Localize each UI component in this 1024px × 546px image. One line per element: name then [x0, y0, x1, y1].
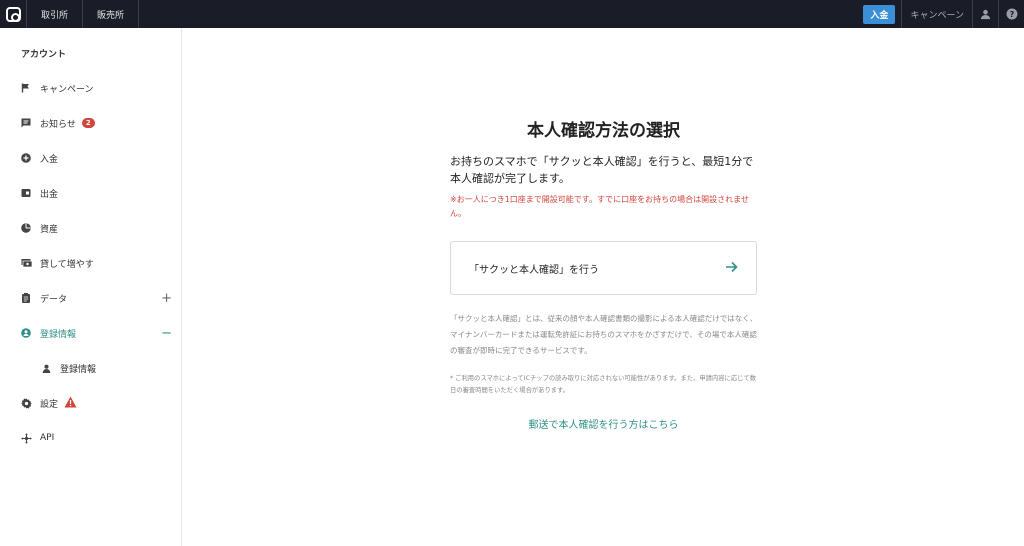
top-right-group: 入金 キャンペーン ? — [863, 0, 1024, 28]
user-menu[interactable] — [972, 0, 998, 28]
quick-verification-label: 「サクッと本人確認」を行う — [469, 264, 599, 276]
tab-sales[interactable]: 販売所 — [82, 0, 140, 28]
tab-exchange[interactable]: 取引所 — [26, 0, 82, 28]
sidebar-item-data[interactable]: データ + — [20, 288, 172, 308]
sidebar-item-label: キャンペーン — [40, 84, 94, 95]
sidebar-item-lending[interactable]: 貸して増やす — [20, 253, 172, 273]
sidebar-item-label: 出金 — [40, 189, 59, 200]
sidebar-heading: アカウント — [21, 50, 67, 60]
gear-icon — [20, 397, 32, 409]
sidebar-item-label: API — [40, 433, 55, 443]
pie-chart-icon — [20, 222, 32, 234]
sidebar-item-label: データ — [40, 294, 68, 305]
cash-icon — [20, 257, 32, 269]
svg-text:?: ? — [1009, 10, 1014, 19]
clipboard-icon — [20, 292, 32, 304]
ic-chip-note: * ご利用のスマホによってICチップの読み取りに対応されない可能性があります。ま… — [450, 375, 757, 394]
logo[interactable] — [0, 0, 26, 28]
logo-icon — [5, 6, 21, 22]
page-title: 本人確認方法の選択 — [527, 121, 680, 141]
sidebar-item-label: お知らせ — [40, 119, 76, 130]
user-icon — [980, 9, 991, 19]
collapse-toggle[interactable]: − — [161, 326, 172, 341]
account-limit-note: ※お一人につき1口座まで開設可能です。すでに口座をお持ちの場合は開設されません。 — [450, 195, 749, 218]
notification-count-badge: 2 — [81, 118, 95, 128]
account-circle-icon — [20, 327, 32, 339]
person-icon — [40, 362, 52, 374]
sidebar-item-withdraw[interactable]: 出金 — [20, 183, 172, 203]
arrow-right-icon — [725, 261, 738, 276]
help-icon: ? — [1006, 8, 1017, 20]
message-icon — [20, 117, 32, 129]
sidebar-item-registration[interactable]: 登録情報 − — [20, 323, 172, 343]
sidebar-item-api[interactable]: API — [20, 428, 172, 448]
sidebar-item-label: 資産 — [40, 224, 59, 235]
mail-verification-link[interactable]: 郵送で本人確認を行う方はこちら — [450, 416, 757, 431]
sidebar-item-label: 入金 — [40, 154, 59, 165]
sidebar-item-deposit[interactable]: 入金 — [20, 148, 172, 168]
sidebar: アカウント キャンペーン お知らせ 2 入金 出金 資産 貸して増やす データ … — [0, 28, 182, 546]
campaign-link[interactable]: キャンペーン — [901, 0, 972, 28]
lead-text: お持ちのスマホで「サクッと本人確認」を行うと、最短1分で本人確認が完了します。 — [450, 155, 754, 185]
sidebar-item-label: 登録情報 — [60, 364, 97, 375]
sidebar-item-notifications[interactable]: お知らせ 2 — [20, 113, 172, 133]
sidebar-item-assets[interactable]: 資産 — [20, 218, 172, 238]
sidebar-item-campaign[interactable]: キャンペーン — [20, 78, 172, 98]
warning-icon — [64, 396, 77, 411]
flag-icon — [20, 82, 32, 94]
api-icon — [20, 432, 32, 444]
deposit-button[interactable]: 入金 — [863, 4, 896, 24]
sidebar-item-label: 設定 — [40, 399, 59, 410]
sidebar-item-settings[interactable]: 設定 — [20, 393, 172, 413]
top-bar: 取引所 販売所 入金 キャンペーン ? — [0, 0, 1024, 28]
plus-circle-icon — [20, 152, 32, 164]
quick-verification-button[interactable]: 「サクッと本人確認」を行う — [450, 241, 757, 295]
sidebar-subitem-registration[interactable]: 登録情報 — [40, 358, 172, 378]
wallet-icon — [20, 187, 32, 199]
sidebar-item-label: 登録情報 — [40, 329, 77, 340]
help-menu[interactable]: ? — [998, 0, 1024, 28]
expand-toggle[interactable]: + — [161, 291, 172, 306]
sidebar-item-label: 貸して増やす — [40, 259, 94, 270]
service-description: 「サクッと本人確認」とは、従来の顔や本人確認書類の撮影による本人確認だけではなく… — [450, 314, 758, 355]
